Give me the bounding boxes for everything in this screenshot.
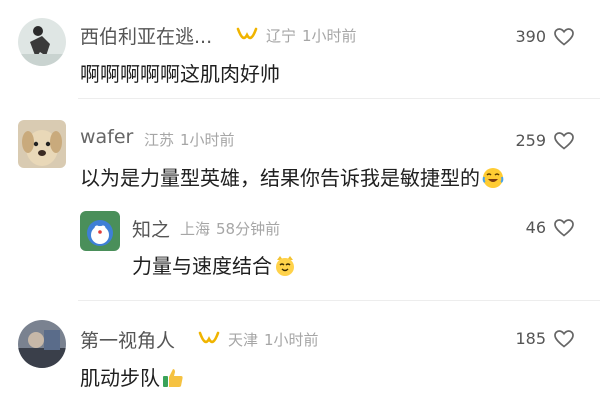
like-button[interactable]: 46 — [526, 218, 574, 237]
cat-face-emoji-icon — [276, 256, 294, 276]
avatar[interactable] — [18, 18, 66, 66]
comment-meta: 上海 58分钟前 — [180, 218, 286, 239]
reply-item: 知之 上海 58分钟前 力量与速度结合 46 — [0, 205, 600, 300]
thumbs-up-emoji-icon — [163, 369, 183, 387]
like-count: 185 — [515, 329, 546, 348]
comment-text: 啊啊啊啊啊这肌肉好帅 — [80, 62, 280, 86]
timestamp: 58分钟前 — [216, 220, 281, 238]
heart-icon — [554, 131, 574, 150]
comment-text-content: 肌动步队 — [80, 366, 160, 390]
location: 辽宁 — [266, 27, 297, 45]
comment-text: 以为是力量型英雄，结果你告诉我是敏捷型的 — [80, 162, 504, 191]
laughing-crying-emoji-icon — [482, 168, 504, 188]
timestamp: 1小时前 — [264, 331, 319, 349]
verified-badge-icon — [198, 331, 220, 344]
like-count: 46 — [525, 218, 546, 237]
comment-text-content: 以为是力量型英雄，结果你告诉我是敏捷型的 — [80, 166, 480, 190]
timestamp: 1小时前 — [302, 27, 357, 45]
like-count: 259 — [515, 131, 546, 150]
heart-icon — [554, 218, 574, 237]
username[interactable]: 知之 — [132, 215, 170, 242]
location: 江苏 — [144, 131, 175, 149]
comment-item: wafer 江苏 1小时前 以为是力量型英雄，结果你告诉我是敏捷型的 259 — [0, 100, 600, 200]
timestamp: 1小时前 — [180, 131, 235, 149]
comment-meta: 天津 1小时前 — [228, 329, 325, 350]
heart-icon — [554, 329, 574, 348]
comment-text-content: 力量与速度结合 — [132, 254, 272, 278]
divider — [78, 300, 600, 301]
username[interactable]: 第一视角人 — [80, 326, 175, 353]
like-button[interactable]: 390 — [515, 27, 574, 46]
divider — [78, 98, 600, 99]
like-button[interactable]: 259 — [515, 131, 574, 150]
comment-text: 力量与速度结合 — [132, 250, 296, 279]
heart-icon — [554, 27, 574, 46]
comment-meta: 江苏 1小时前 — [144, 129, 241, 150]
location: 天津 — [228, 331, 259, 349]
username[interactable]: wafer — [80, 126, 133, 148]
comment-text: 肌动步队 — [80, 362, 184, 391]
comment-meta: 辽宁 1小时前 — [266, 25, 363, 46]
comment-item: 西伯利亚在逃... 辽宁 1小时前 啊啊啊啊啊这肌肉好帅 390 — [0, 0, 600, 98]
avatar[interactable] — [18, 320, 66, 368]
verified-badge-icon — [236, 27, 258, 40]
username[interactable]: 西伯利亚在逃... — [80, 22, 212, 49]
avatar[interactable] — [18, 120, 66, 168]
like-button[interactable]: 185 — [515, 329, 574, 348]
comment-item: 第一视角人 天津 1小时前 肌动步队 185 — [0, 302, 600, 407]
avatar[interactable] — [80, 211, 120, 251]
location: 上海 — [180, 220, 211, 238]
like-count: 390 — [515, 27, 546, 46]
